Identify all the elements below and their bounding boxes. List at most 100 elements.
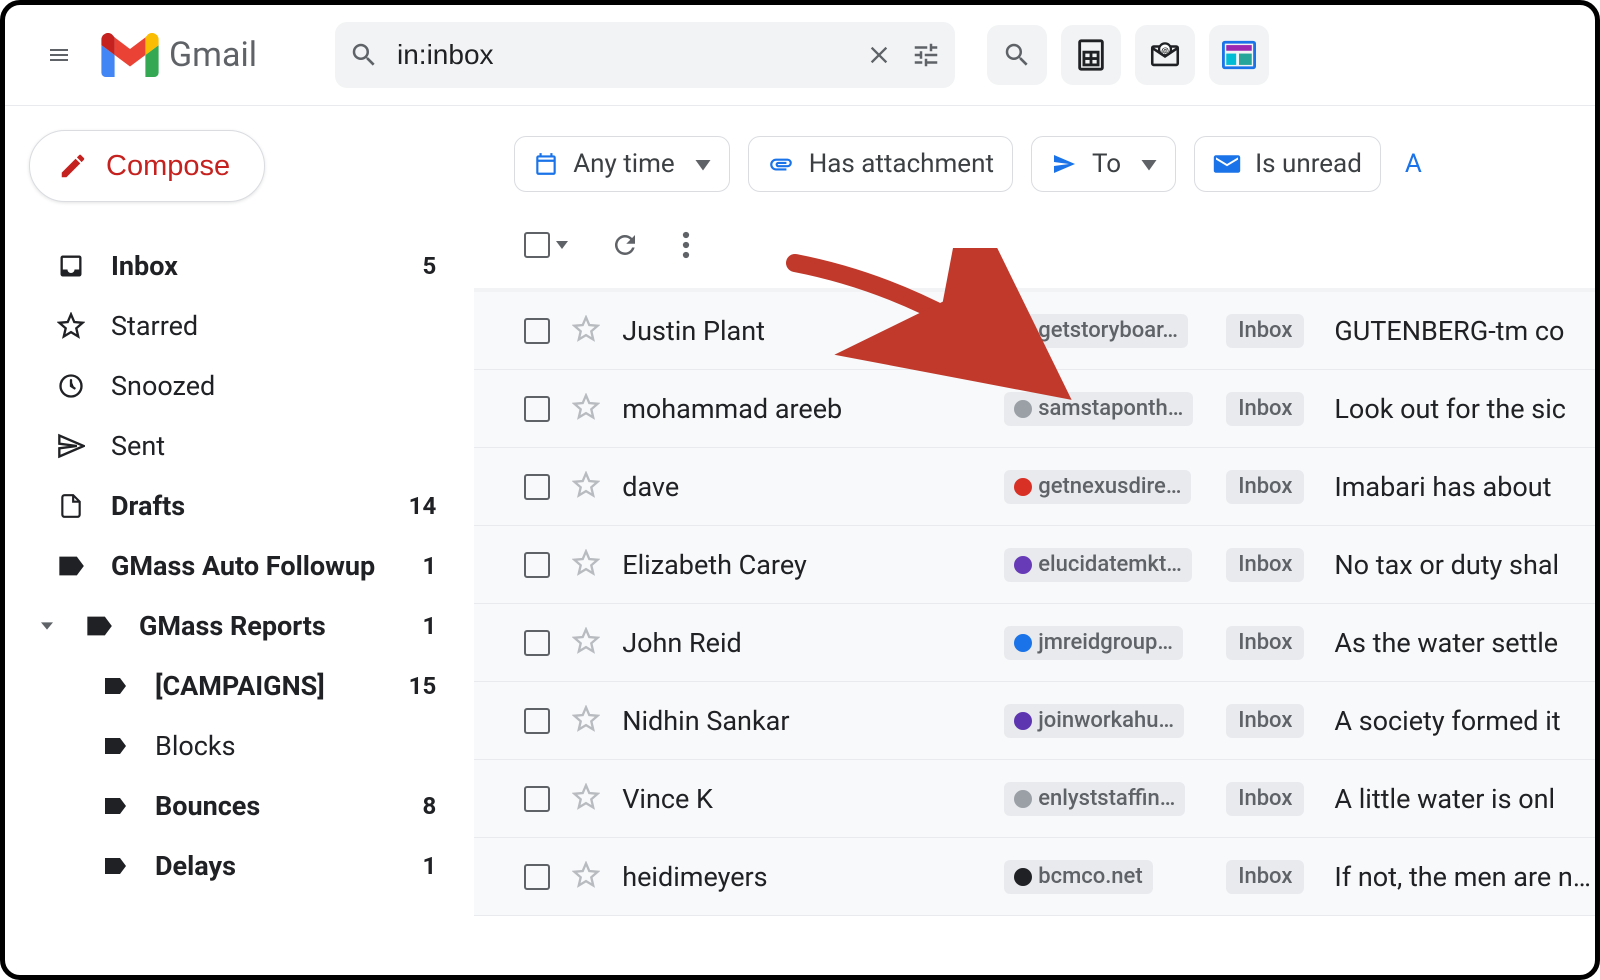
main-menu-button[interactable] (35, 31, 83, 79)
compose-button[interactable]: Compose (29, 130, 265, 202)
row-checkbox[interactable] (524, 552, 550, 578)
message-row[interactable]: mohammad areeb samstaponth… Inbox Look o… (474, 370, 1595, 448)
message-row[interactable]: Justin Plant getstoryboar… Inbox GUTENBE… (474, 292, 1595, 370)
sidebar-item-count: 5 (406, 252, 436, 280)
row-checkbox[interactable] (524, 396, 550, 422)
row-inbox-label[interactable]: Inbox (1226, 626, 1304, 660)
star-outline-icon (572, 549, 600, 577)
row-sender: Vince K (622, 783, 982, 815)
row-subject: A society formed it (1334, 705, 1560, 737)
row-favicon-label[interactable]: bcmco.net (1004, 860, 1152, 894)
filter-any-time[interactable]: Any time (514, 136, 730, 192)
gmass-sheets-button[interactable] (1061, 25, 1121, 85)
row-favicon-label[interactable]: samstaponth… (1004, 392, 1193, 426)
row-inbox-label[interactable]: Inbox (1226, 470, 1304, 504)
sidebar-item-count: 1 (406, 552, 436, 580)
row-favicon-label[interactable]: joinworkahu… (1004, 704, 1184, 738)
gmass-reports-button[interactable]: @ (1135, 25, 1195, 85)
message-row[interactable]: heidimeyers bcmco.net Inbox If not, the … (474, 838, 1595, 916)
star-outline-icon (572, 315, 600, 343)
tune-icon[interactable] (911, 40, 941, 70)
sidebar-item-label: Blocks (155, 730, 380, 762)
row-favicon-label[interactable]: enlyststaffin… (1004, 782, 1185, 816)
clear-icon[interactable] (865, 41, 893, 69)
caret-down-icon (1141, 160, 1157, 172)
sidebar-item-drafts[interactable]: Drafts 14 (29, 476, 460, 536)
row-favicon-label[interactable]: getnexusdire… (1004, 470, 1191, 504)
row-star[interactable] (572, 315, 600, 347)
row-favicon-label[interactable]: jmreidgroup… (1004, 626, 1183, 660)
header-actions: @ (987, 25, 1269, 85)
caret-down-icon (556, 241, 568, 249)
row-inbox-label[interactable]: Inbox (1226, 548, 1304, 582)
label-icon (103, 856, 127, 876)
filter-is-unread[interactable]: Is unread (1194, 136, 1381, 192)
sidebar-item-snoozed[interactable]: Snoozed (29, 356, 460, 416)
filter-has-attachment[interactable]: Has attachment (748, 136, 1013, 192)
sidebar-item-bounces[interactable]: Bounces 8 (29, 776, 460, 836)
star-outline-icon (572, 627, 600, 655)
row-star[interactable] (572, 393, 600, 425)
sidebar-item-gmass-auto-followup[interactable]: GMass Auto Followup 1 (29, 536, 460, 596)
message-row[interactable]: dave getnexusdire… Inbox Imabari has abo… (474, 448, 1595, 526)
sidebar-item-label: Starred (111, 310, 380, 342)
gmass-dashboard-button[interactable] (1209, 25, 1269, 85)
search-input[interactable] (397, 39, 847, 71)
sidebar-item-inbox[interactable]: Inbox 5 (29, 236, 460, 296)
row-inbox-label[interactable]: Inbox (1226, 392, 1304, 426)
row-subject: A little water is onl (1334, 783, 1555, 815)
row-star[interactable] (572, 627, 600, 659)
row-star[interactable] (572, 549, 600, 581)
gmass-search-button[interactable] (987, 25, 1047, 85)
sidebar-item-count: 15 (406, 672, 436, 700)
row-checkbox[interactable] (524, 318, 550, 344)
row-checkbox[interactable] (524, 864, 550, 890)
sidebar-item-blocks[interactable]: Blocks (29, 716, 460, 776)
row-checkbox[interactable] (524, 474, 550, 500)
sidebar-item-gmass-reports[interactable]: GMass Reports 1 (29, 596, 460, 656)
row-star[interactable] (572, 861, 600, 893)
row-favicon-label[interactable]: getstoryboar… (1004, 314, 1188, 348)
favicon-dot (1014, 868, 1032, 886)
compose-label: Compose (106, 150, 230, 183)
search-bar[interactable] (335, 22, 955, 88)
row-favicon-label[interactable]: elucidatemkt… (1004, 548, 1192, 582)
row-star[interactable] (572, 471, 600, 503)
envelope-at-icon: @ (1148, 38, 1182, 72)
advanced-search-link[interactable]: A (1405, 149, 1422, 179)
sidebar-item-label: Inbox (111, 250, 380, 282)
label-icon (85, 614, 113, 638)
gmail-logo[interactable]: Gmail (101, 33, 257, 77)
refresh-button[interactable] (610, 230, 640, 260)
favicon-dot (1014, 478, 1032, 496)
favicon-dot (1014, 400, 1032, 418)
message-row[interactable]: Nidhin Sankar joinworkahu… Inbox A socie… (474, 682, 1595, 760)
more-button[interactable] (682, 230, 690, 260)
row-star[interactable] (572, 705, 600, 737)
row-checkbox[interactable] (524, 708, 550, 734)
row-checkbox[interactable] (524, 630, 550, 656)
select-all-checkbox[interactable] (524, 232, 568, 258)
label-icon (103, 796, 127, 816)
sidebar-item-starred[interactable]: Starred (29, 296, 460, 356)
caret-down-icon (695, 160, 711, 172)
row-sender: John Reid (622, 627, 982, 659)
sidebar-item-delays[interactable]: Delays 1 (29, 836, 460, 896)
row-inbox-label[interactable]: Inbox (1226, 860, 1304, 894)
row-checkbox[interactable] (524, 786, 550, 812)
row-star[interactable] (572, 783, 600, 815)
row-label-text: getstoryboar… (1038, 318, 1178, 343)
calendar-icon (533, 151, 559, 177)
row-inbox-label[interactable]: Inbox (1226, 704, 1304, 738)
row-inbox-label[interactable]: Inbox (1226, 782, 1304, 816)
row-subject: Imabari has about (1334, 471, 1551, 503)
sidebar-item-campaigns[interactable]: [CAMPAIGNS] 15 (29, 656, 460, 716)
row-inbox-label[interactable]: Inbox (1226, 314, 1304, 348)
sidebar-item-sent[interactable]: Sent (29, 416, 460, 476)
message-row[interactable]: Vince K enlyststaffin… Inbox A little wa… (474, 760, 1595, 838)
message-row[interactable]: John Reid jmreidgroup… Inbox As the wate… (474, 604, 1595, 682)
inbox-icon (57, 252, 85, 280)
message-row[interactable]: Elizabeth Carey elucidatemkt… Inbox No t… (474, 526, 1595, 604)
filter-to[interactable]: To (1031, 136, 1176, 192)
sidebar-item-label: Drafts (111, 490, 380, 522)
